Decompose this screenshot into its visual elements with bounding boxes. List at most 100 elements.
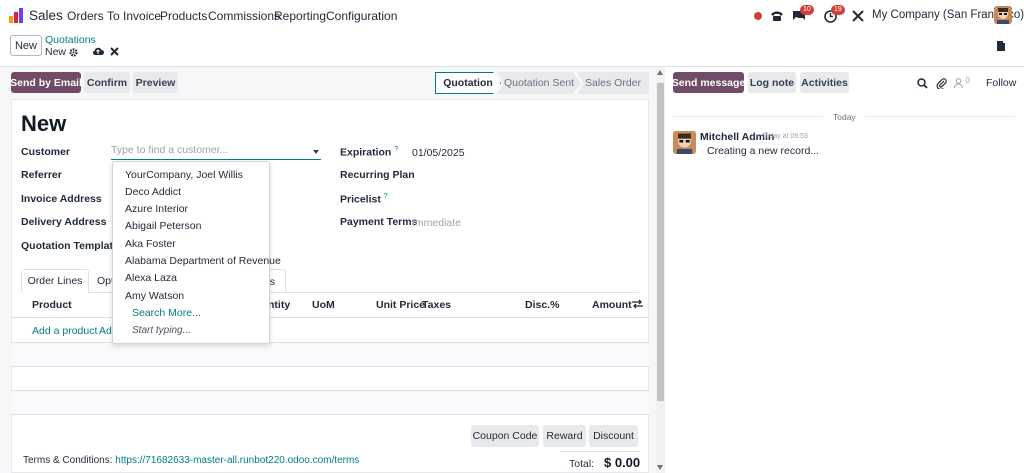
paperclip-icon[interactable] (933, 75, 949, 91)
date-divider-left (673, 116, 823, 117)
menu-to-invoice[interactable]: To Invoice (107, 9, 161, 23)
pricelist-label-text: Pricelist (340, 193, 381, 206)
menu-orders[interactable]: Orders (67, 9, 104, 23)
follow-button[interactable]: Follow (986, 77, 1016, 89)
dropdown-option[interactable]: Abigail Peterson (125, 220, 201, 232)
record-title: New (21, 111, 67, 136)
help-mark[interactable]: ? (384, 193, 388, 200)
message-body: Creating a new record... (707, 145, 820, 157)
reward-button[interactable]: Reward (543, 425, 586, 447)
column-product[interactable]: Product (32, 299, 72, 311)
optional-columns-icon[interactable] (632, 299, 643, 312)
status-quotation[interactable]: Quotation (435, 72, 501, 94)
pricelist-label: Pricelist ? (340, 193, 388, 206)
dropdown-option[interactable]: Amy Watson (125, 290, 184, 302)
status-dot-icon[interactable] (750, 8, 766, 24)
breadcrumb-quotations[interactable]: Quotations (45, 34, 96, 46)
new-button[interactable]: New (10, 35, 42, 56)
menu-commissions[interactable]: Commissions (208, 9, 280, 23)
followers-count: 0 (965, 76, 970, 85)
status-sales-order[interactable]: Sales Order (577, 72, 649, 94)
save-cloud-icon[interactable] (92, 45, 104, 57)
dropdown-option[interactable]: Aka Foster (125, 238, 176, 250)
bookmark-toggle-icon[interactable] (995, 40, 1007, 52)
activities-badge: 19 (831, 5, 845, 15)
terms-and-conditions: Terms & Conditions: https://71682633-mas… (23, 455, 359, 466)
scroll-up-icon[interactable] (657, 70, 663, 75)
recurring-plan-label: Recurring Plan (340, 169, 415, 181)
table-row (11, 366, 649, 367)
scroll-down-icon[interactable] (657, 465, 663, 470)
send-message-button[interactable]: Send message (672, 72, 745, 93)
total-divider (560, 451, 640, 452)
date-separator: Today (833, 112, 856, 122)
customer-label: Customer (21, 146, 71, 158)
discard-icon[interactable] (108, 45, 120, 57)
debug-tools-icon[interactable] (850, 8, 866, 24)
send-by-email-button[interactable]: Send by Email (10, 72, 82, 93)
chevron-down-icon[interactable] (313, 150, 319, 154)
expiration-label-text: Expiration (340, 146, 392, 159)
top-navbar: Sales Orders To Invoice Products Commiss… (0, 0, 1024, 30)
customer-autocomplete-dropdown: YourCompany, Joel Willis Deco Addict Azu… (112, 161, 281, 344)
activities-clock-icon[interactable]: 19 (822, 5, 845, 24)
help-mark[interactable]: ? (394, 146, 398, 153)
total-value: $ 0.00 (604, 455, 641, 470)
gear-icon[interactable] (69, 47, 78, 57)
total-label: Total: (569, 458, 595, 470)
messages-badge: 10 (800, 5, 814, 15)
start-typing-hint: Start typing... (132, 325, 191, 336)
messages-icon[interactable]: 10 (791, 5, 814, 24)
add-product-link[interactable]: Add a product (32, 325, 97, 337)
terms-link[interactable]: https://71682633-master-all.runbot220.od… (115, 455, 359, 466)
app-name[interactable]: Sales (29, 8, 63, 23)
author-avatar[interactable] (673, 131, 696, 154)
payment-terms-field[interactable]: Immediate (412, 217, 461, 229)
payment-terms-label: Payment Terms (340, 216, 418, 228)
breadcrumb-current: New (45, 46, 78, 58)
column-uom[interactable]: UoM (312, 299, 335, 311)
dropdown-option[interactable]: Alexa Laza (125, 272, 177, 284)
log-note-button[interactable]: Log note (748, 72, 796, 93)
customer-input[interactable]: Type to find a customer... (111, 144, 321, 160)
menu-reporting[interactable]: Reporting (274, 9, 326, 23)
column-discount[interactable]: Disc.% (525, 299, 559, 311)
referrer-label: Referrer (21, 169, 62, 181)
column-quantity[interactable]: ntity (268, 299, 290, 311)
column-unit-price[interactable]: Unit Price (376, 299, 425, 311)
status-quotation-sent[interactable]: Quotation Sent (497, 72, 581, 94)
phone-icon[interactable] (769, 8, 785, 24)
invoice-address-label: Invoice Address (21, 193, 102, 205)
table-row (11, 414, 649, 415)
chatter-panel (665, 67, 1024, 473)
coupon-code-button[interactable]: Coupon Code (471, 425, 539, 447)
preview-button[interactable]: Preview (133, 72, 178, 93)
message-time: Today at 09:53 (762, 133, 808, 140)
dropdown-option[interactable]: Azure Interior (125, 203, 188, 215)
column-amount[interactable]: Amount (592, 299, 632, 311)
quotation-template-label: Quotation Template (21, 240, 119, 252)
search-icon[interactable] (914, 75, 930, 91)
breadcrumb-current-label: New (45, 46, 67, 58)
table-row (11, 391, 649, 414)
add-section-link[interactable]: Ad (99, 325, 112, 337)
table-header-divider (11, 317, 649, 318)
search-more-link[interactable]: Search More... (132, 307, 201, 319)
activities-button[interactable]: Activities (800, 72, 849, 93)
tab-order-lines[interactable]: Order Lines (21, 269, 89, 293)
confirm-button[interactable]: Confirm (84, 72, 130, 93)
expiration-field[interactable]: 01/05/2025 (412, 147, 465, 159)
followers-icon[interactable]: 0 (951, 75, 973, 91)
menu-configuration[interactable]: Configuration (326, 9, 397, 23)
discount-button[interactable]: Discount (589, 425, 638, 447)
sales-app-icon[interactable] (9, 8, 24, 23)
dropdown-option[interactable]: YourCompany, Joel Willis (125, 169, 243, 181)
user-avatar[interactable] (994, 6, 1012, 24)
column-taxes[interactable]: Taxes (422, 299, 451, 311)
form-scrollbar-thumb[interactable] (657, 83, 664, 401)
delivery-address-label: Delivery Address (21, 216, 107, 228)
dropdown-option[interactable]: Deco Addict (125, 186, 181, 198)
table-row (11, 343, 649, 366)
dropdown-option[interactable]: Alabama Department of Revenue (125, 255, 281, 267)
menu-products[interactable]: Products (160, 9, 207, 23)
